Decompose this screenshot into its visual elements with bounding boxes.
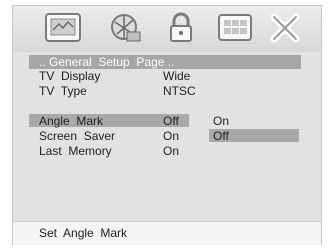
menu-item-tv-display-label[interactable]: TV Display xyxy=(39,69,100,83)
system-setup-icon[interactable] xyxy=(45,12,81,44)
menu-item-screen-saver-value: On xyxy=(163,129,180,143)
setup-icon-bar xyxy=(13,6,321,52)
menu-item-angle-mark-value: Off xyxy=(163,114,179,128)
menu-item-screen-saver-label[interactable]: Screen Saver xyxy=(39,129,115,143)
option-on[interactable]: On xyxy=(213,114,229,128)
video-setup-icon[interactable] xyxy=(217,12,253,44)
osd-panel: .. General Setup Page .. TV Display Wide… xyxy=(12,5,322,245)
status-bar: Set Angle Mark xyxy=(13,221,321,245)
page-title: .. General Setup Page .. xyxy=(29,55,301,69)
menu-item-tv-type-label[interactable]: TV Type xyxy=(39,84,87,98)
menu-item-angle-mark-label[interactable]: Angle Mark xyxy=(39,114,103,128)
menu-item-tv-display-value: Wide xyxy=(163,69,191,83)
option-off[interactable]: Off xyxy=(213,129,229,143)
menu-item-tv-type-value: NTSC xyxy=(163,84,196,98)
menu-item-last-memory-value: On xyxy=(163,144,180,158)
menu-item-last-memory-label[interactable]: Last Memory xyxy=(39,144,112,158)
audio-setup-icon[interactable] xyxy=(107,12,143,44)
lock-icon[interactable] xyxy=(163,12,199,44)
status-text: Set Angle Mark xyxy=(39,226,128,240)
exit-icon[interactable] xyxy=(267,12,303,44)
